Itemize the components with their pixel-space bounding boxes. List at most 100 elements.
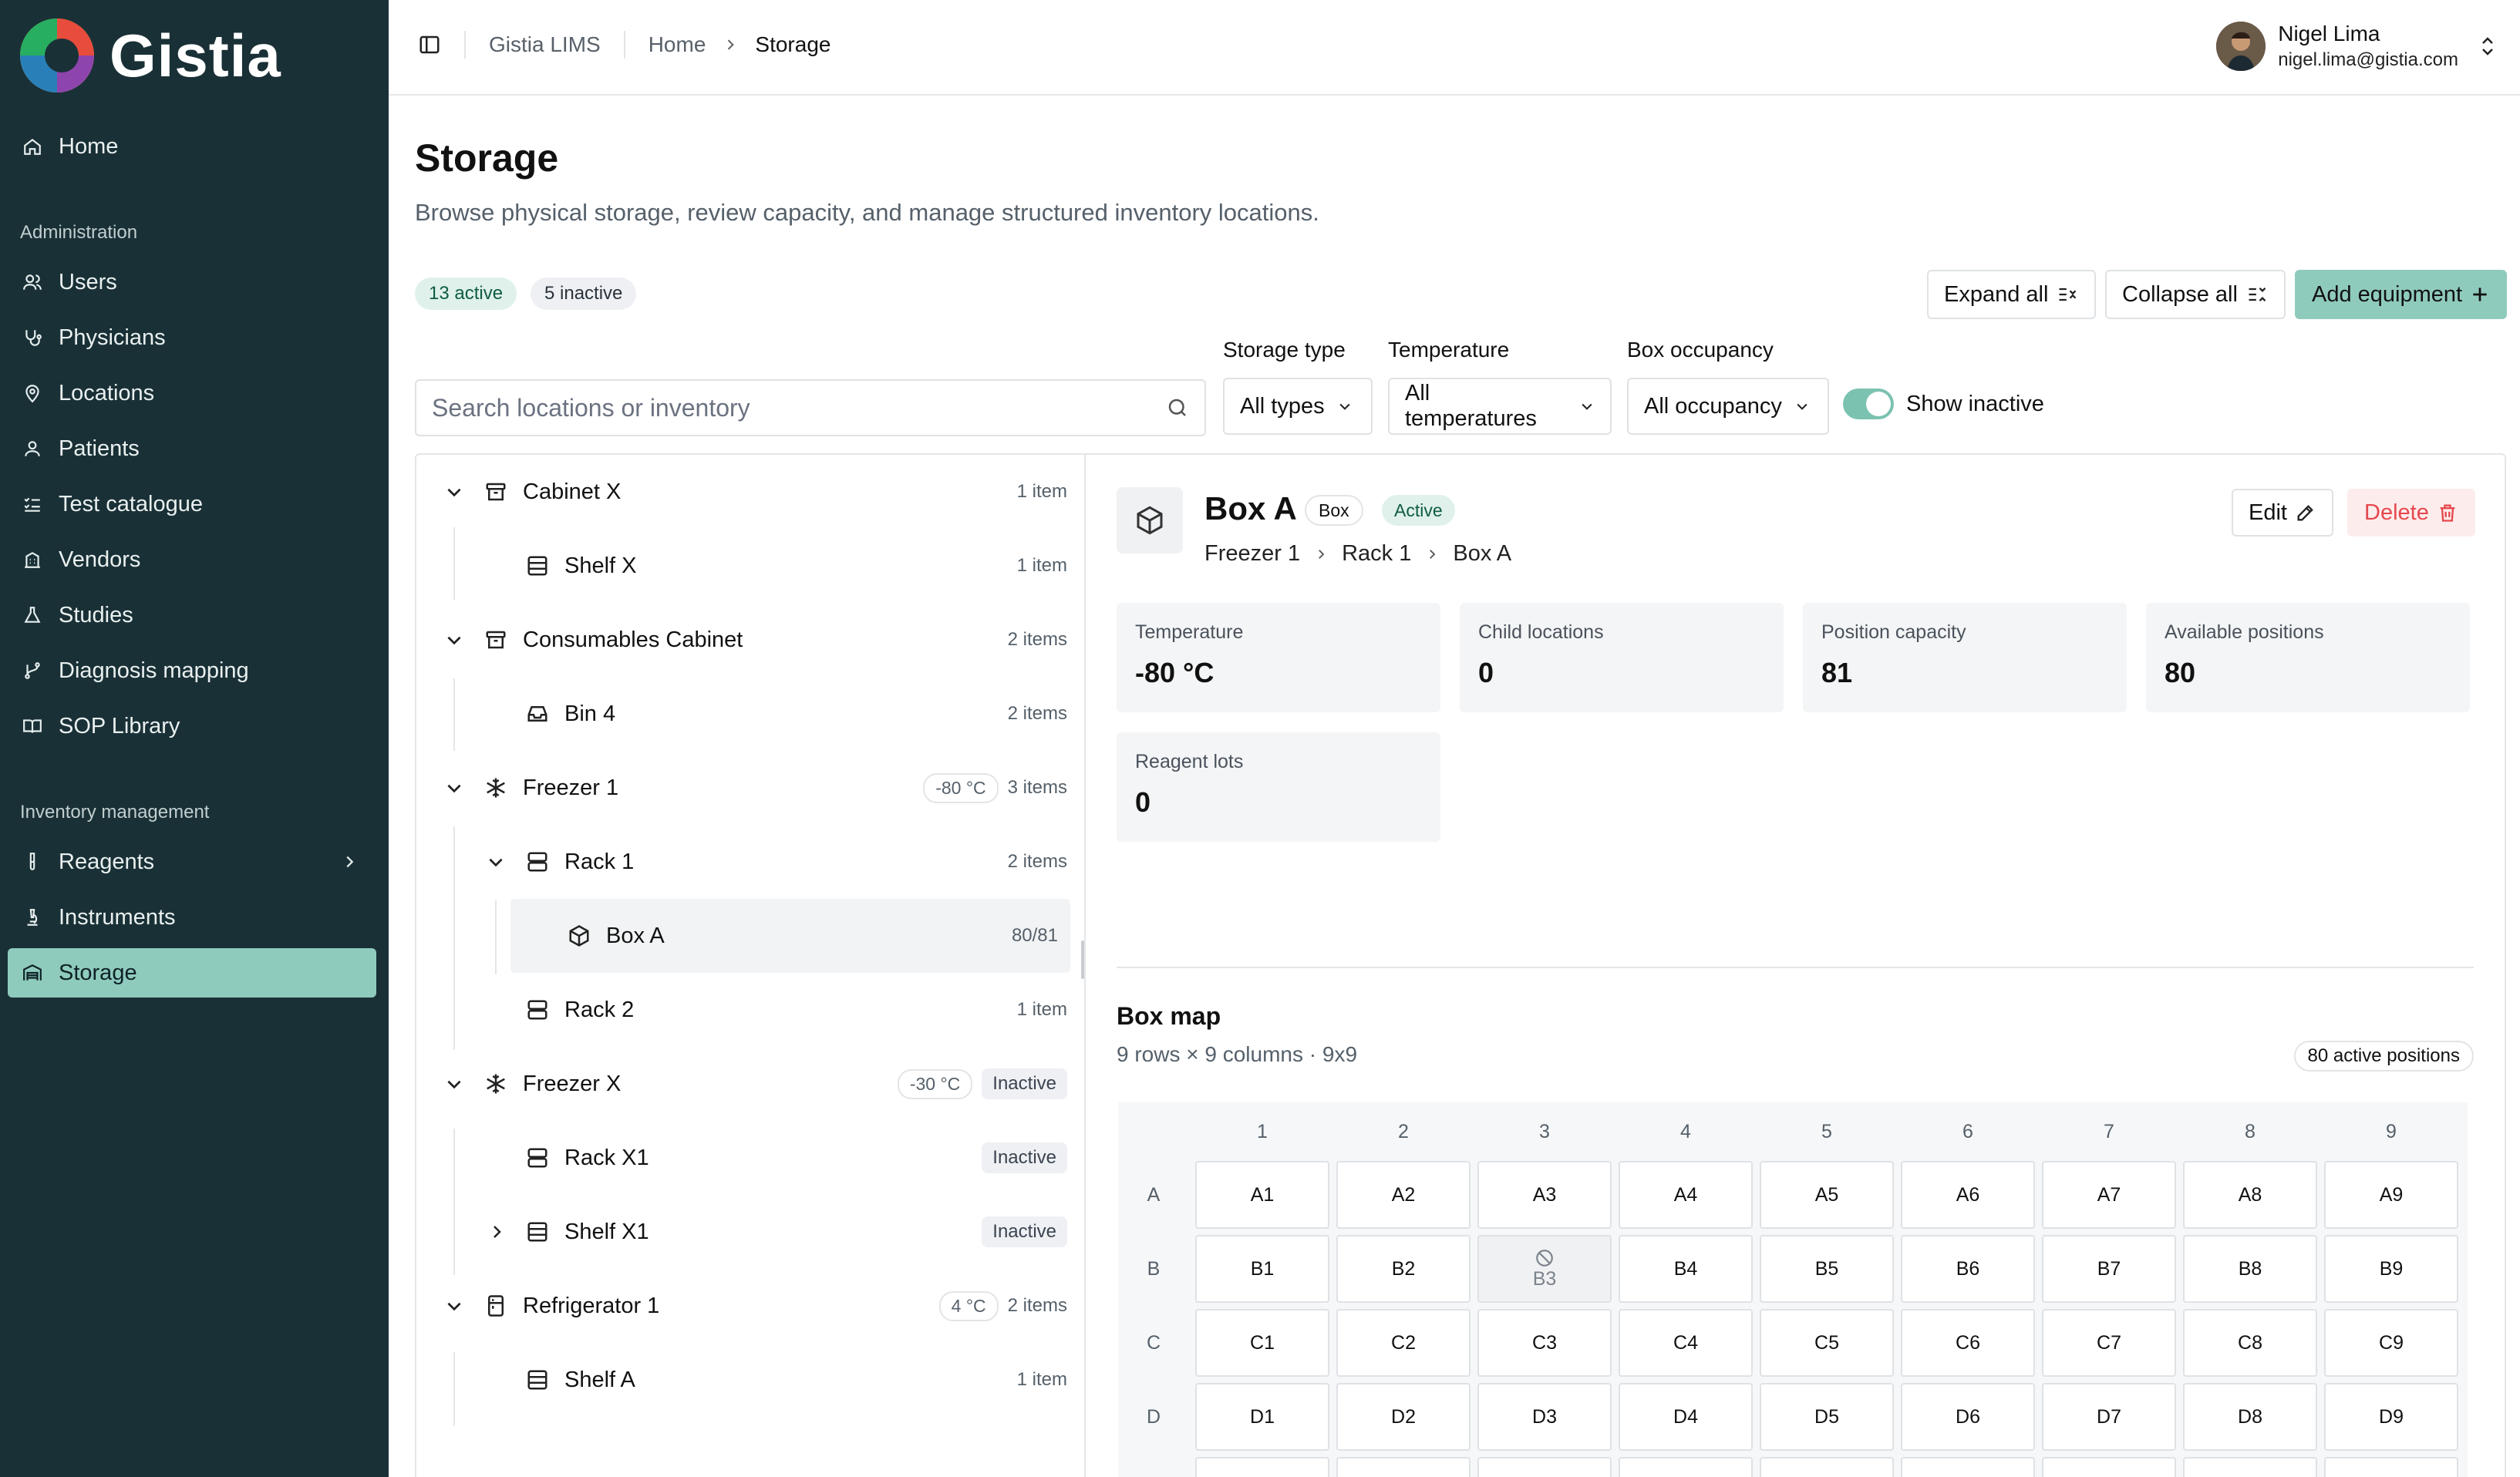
sidebar-item-storage[interactable]: Storage	[8, 948, 376, 998]
tree-row[interactable]: Shelf X 1 item	[416, 529, 1080, 603]
box-position[interactable]: C7	[2042, 1309, 2176, 1377]
tree-row[interactable]: Rack 1 2 items	[416, 825, 1080, 899]
sidebar-item-test-catalogue[interactable]: Test catalogue	[8, 479, 376, 529]
box-position[interactable]: A8	[2183, 1161, 2317, 1229]
chevron-down-icon[interactable]	[444, 630, 464, 650]
box-position[interactable]: C4	[1619, 1309, 1753, 1377]
sidebar-item-users[interactable]: Users	[8, 257, 376, 307]
box-position[interactable]: E2	[1336, 1457, 1471, 1477]
sidebar-item-home[interactable]: Home	[8, 122, 376, 171]
user-menu[interactable]: Nigel Lima nigel.lima@gistia.com	[2216, 22, 2497, 71]
position-label: D5	[1814, 1405, 1839, 1428]
box-position[interactable]: D1	[1195, 1383, 1329, 1451]
box-position[interactable]: E3	[1477, 1457, 1612, 1477]
sidebar-item-patients[interactable]: Patients	[8, 424, 376, 473]
sidebar-item-vendors[interactable]: Vendors	[8, 535, 376, 584]
box-position[interactable]: B5	[1760, 1235, 1894, 1303]
box-position[interactable]: E4	[1619, 1457, 1753, 1477]
path-segment[interactable]: Rack 1	[1342, 541, 1411, 567]
sidebar-item-instruments[interactable]: Instruments	[8, 893, 376, 942]
box-position[interactable]: A6	[1901, 1161, 2035, 1229]
box-position[interactable]: B7	[2042, 1235, 2176, 1303]
tree-row[interactable]: Rack X1 Inactive	[416, 1121, 1080, 1195]
box-position[interactable]: B2	[1336, 1235, 1471, 1303]
box-position[interactable]: A4	[1619, 1161, 1753, 1229]
tree-row[interactable]: Cabinet X 1 item	[416, 455, 1080, 529]
stat-label: Available positions	[2165, 621, 2324, 643]
chevron-down-icon[interactable]	[444, 778, 464, 798]
box-position[interactable]: D4	[1619, 1383, 1753, 1451]
box-position[interactable]: B4	[1619, 1235, 1753, 1303]
add-equipment-button[interactable]: Add equipment	[2295, 270, 2508, 319]
edit-button[interactable]: Edit	[2232, 489, 2333, 537]
chevron-down-icon[interactable]	[444, 482, 464, 502]
resize-handle[interactable]	[1081, 940, 1084, 979]
box-position[interactable]: D9	[2324, 1383, 2458, 1451]
box-position[interactable]: A3	[1477, 1161, 1612, 1229]
box-position[interactable]: A1	[1195, 1161, 1329, 1229]
box-position[interactable]: D8	[2183, 1383, 2317, 1451]
box-position[interactable]: C6	[1901, 1309, 2035, 1377]
box-position[interactable]: B8	[2183, 1235, 2317, 1303]
sidebar-item-sop-library[interactable]: SOP Library	[8, 701, 376, 751]
box-position[interactable]: A5	[1760, 1161, 1894, 1229]
sidebar-item-studies[interactable]: Studies	[8, 590, 376, 640]
tree-row[interactable]: Shelf A 1 item	[416, 1343, 1080, 1417]
box-position[interactable]: D7	[2042, 1383, 2176, 1451]
box-position[interactable]: D2	[1336, 1383, 1471, 1451]
search-input[interactable]: Search locations or inventory	[415, 379, 1206, 436]
breadcrumb-app[interactable]: Gistia LIMS	[489, 32, 601, 57]
box-position[interactable]: C8	[2183, 1309, 2317, 1377]
box-position[interactable]: E9	[2324, 1457, 2458, 1477]
box-position[interactable]: B9	[2324, 1235, 2458, 1303]
tree-row[interactable]: Bin 4 2 items	[416, 677, 1080, 751]
box-position[interactable]: B1	[1195, 1235, 1329, 1303]
tree-row[interactable]: Consumables Cabinet 2 items	[416, 603, 1080, 677]
box-position[interactable]: E7	[2042, 1457, 2176, 1477]
chevron-down-icon[interactable]	[486, 852, 506, 872]
toggle-sidebar-button[interactable]	[418, 33, 441, 56]
box-position[interactable]: C5	[1760, 1309, 1894, 1377]
tree-row[interactable]: Shelf X1 Inactive	[416, 1195, 1080, 1269]
storage-type-select[interactable]: All types	[1223, 378, 1373, 435]
box-position[interactable]: E1	[1195, 1457, 1329, 1477]
box-position[interactable]: A2	[1336, 1161, 1471, 1229]
delete-button[interactable]: Delete	[2347, 489, 2475, 537]
box-position[interactable]: D6	[1901, 1383, 2035, 1451]
box-position[interactable]: C3	[1477, 1309, 1612, 1377]
box-occupancy-select[interactable]: All occupancy	[1627, 378, 1829, 435]
tree-row[interactable]: Refrigerator 1 4 °C 2 items	[416, 1269, 1080, 1343]
sidebar-item-reagents[interactable]: Reagents	[8, 837, 376, 887]
collapse-all-button[interactable]: Collapse all	[2105, 270, 2286, 319]
gistia-logo[interactable]: Gistia	[19, 17, 281, 94]
box-position[interactable]: E5	[1760, 1457, 1894, 1477]
expand-all-button[interactable]: Expand all	[1927, 270, 2097, 319]
sidebar-item-diagnosis-mapping[interactable]: Diagnosis mapping	[8, 646, 376, 695]
tree-row[interactable]: Freezer 1 -80 °C 3 items	[416, 751, 1080, 825]
chevron-right-icon[interactable]	[487, 1223, 506, 1241]
box-position-disabled[interactable]: B3	[1477, 1235, 1612, 1303]
chevron-down-icon[interactable]	[444, 1296, 464, 1316]
chevron-down-icon[interactable]	[444, 1074, 464, 1094]
sidebar-item-physicians[interactable]: Physicians	[8, 313, 376, 362]
temperature-select[interactable]: All temperatures	[1388, 378, 1612, 435]
box-position[interactable]: A9	[2324, 1161, 2458, 1229]
box-position[interactable]: D5	[1760, 1383, 1894, 1451]
stat-value: 0	[1478, 657, 1494, 688]
search-placeholder: Search locations or inventory	[432, 393, 750, 422]
breadcrumb-home[interactable]: Home	[649, 32, 706, 57]
box-position[interactable]: C1	[1195, 1309, 1329, 1377]
box-position[interactable]: B6	[1901, 1235, 2035, 1303]
box-position[interactable]: E8	[2183, 1457, 2317, 1477]
sidebar-item-locations[interactable]: Locations	[8, 368, 376, 418]
box-position[interactable]: D3	[1477, 1383, 1612, 1451]
tree-row-selected[interactable]: Box A 80/81	[510, 899, 1070, 973]
tree-row[interactable]: Rack 2 1 item	[416, 973, 1080, 1047]
box-position[interactable]: E6	[1901, 1457, 2035, 1477]
box-position[interactable]: C2	[1336, 1309, 1471, 1377]
tree-row[interactable]: Freezer X -30 °C Inactive	[416, 1047, 1080, 1121]
box-position[interactable]: A7	[2042, 1161, 2176, 1229]
show-inactive-toggle[interactable]	[1843, 389, 1894, 419]
path-segment[interactable]: Freezer 1	[1204, 541, 1300, 567]
box-position[interactable]: C9	[2324, 1309, 2458, 1377]
